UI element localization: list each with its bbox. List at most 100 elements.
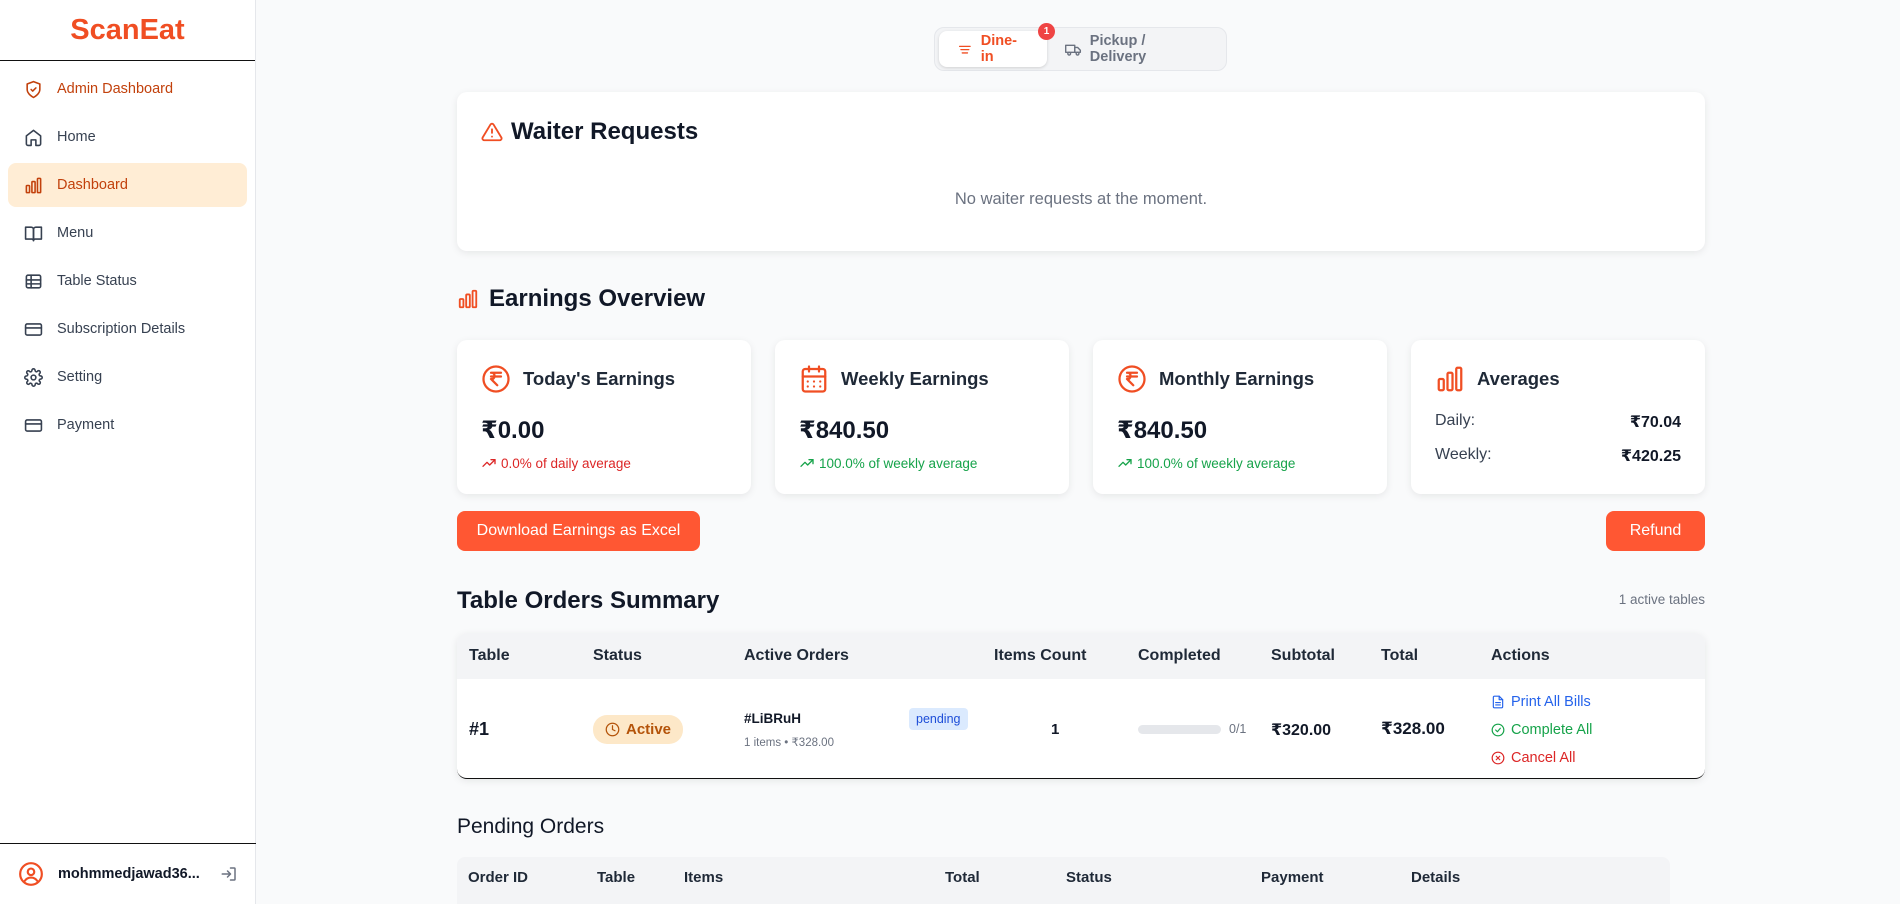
brand-logo[interactable]: ScanEat [0, 0, 255, 61]
order-status-tag: pending [909, 708, 968, 730]
waiter-requests-empty-message: No waiter requests at the moment. [954, 190, 1208, 208]
column-header: Actions [1491, 647, 1550, 664]
sidebar-item-dashboard[interactable]: Dashboard [8, 163, 247, 207]
stat-label: Today's Earnings [523, 368, 676, 389]
column-header: Status [593, 647, 642, 664]
sidebar-item-menu[interactable]: Menu [8, 211, 247, 255]
today-earnings-card: Today's Earnings ₹0.00 0.0% of daily ave… [457, 340, 751, 494]
column-header: Items [684, 869, 724, 886]
clock-icon [605, 722, 620, 737]
rupee-circle-icon [1118, 365, 1146, 393]
column-header: Details [1411, 869, 1461, 886]
sidebar-item-home[interactable]: Home [8, 115, 247, 159]
action-label: Print All Bills [1511, 694, 1591, 710]
pending-orders-title: Pending Orders [457, 815, 605, 838]
book-icon [24, 225, 43, 241]
print-all-bills-button[interactable]: Print All Bills [1491, 692, 1592, 712]
averages-card: Averages Daily: ₹70.04 Weekly: ₹420.25 [1411, 340, 1705, 494]
stat-header: Weekly Earnings [799, 364, 1045, 394]
cancel-all-button[interactable]: Cancel All [1491, 748, 1592, 768]
table-header: Table Status Active Orders Items Count C… [457, 633, 1705, 679]
completion-progress-bar [1138, 725, 1221, 734]
sidebar-item-label: Admin Dashboard [57, 81, 174, 97]
user-avatar-icon[interactable] [18, 861, 44, 887]
user-profile-bar: mohmmedjawad36... [0, 843, 256, 904]
sidebar-item-subscription-details[interactable]: Subscription Details [8, 307, 247, 351]
column-header: Completed [1138, 647, 1221, 664]
stat-change-text: 100.0% of weekly average [819, 455, 978, 471]
stat-header: Today's Earnings [481, 364, 727, 394]
waiter-requests-heading: Waiter Requests [481, 118, 698, 146]
stat-change-text: 0.0% of daily average [501, 455, 631, 471]
column-header: Order ID [468, 869, 529, 886]
bar-chart-icon [25, 177, 42, 193]
column-header: Total [945, 869, 980, 886]
tab-pickup-delivery[interactable]: Pickup / Delivery [1047, 31, 1222, 67]
stat-label: Averages [1477, 368, 1560, 389]
stat-value: ₹840.50 [799, 417, 890, 444]
active-tables-count: 1 active tables [1618, 592, 1705, 607]
monthly-earnings-card: Monthly Earnings ₹840.50 100.0% of weekl… [1093, 340, 1387, 494]
stat-change: 100.0% of weekly average [799, 455, 1045, 471]
rupee-circle-icon [482, 365, 510, 393]
waiter-requests-card: Waiter Requests No waiter requests at th… [457, 92, 1705, 251]
row-actions: Print All Bills Complete All Cancel All [1491, 692, 1592, 776]
sidebar-item-label: Dashboard [57, 177, 128, 193]
stat-label: Monthly Earnings [1159, 368, 1315, 389]
sidebar-item-label: Subscription Details [57, 321, 186, 337]
sidebar-item-label: Payment [57, 417, 115, 433]
subtotal-value: ₹320.00 [1271, 722, 1332, 739]
waiter-requests-title: Waiter Requests [511, 118, 699, 145]
user-name: mohmmedjawad36... [58, 866, 200, 882]
stat-header: Averages [1435, 364, 1681, 394]
refund-button[interactable]: Refund [1606, 511, 1705, 551]
complete-all-button[interactable]: Complete All [1491, 720, 1592, 740]
stat-value: ₹0.00 [481, 417, 545, 444]
sidebar: ScanEat Admin Dashboard Home Dashboard M… [0, 0, 256, 904]
weekly-earnings-card: Weekly Earnings ₹840.50 100.0% of weekly… [775, 340, 1069, 494]
sidebar-item-admin-dashboard[interactable]: Admin Dashboard [8, 67, 247, 111]
sidebar-item-label: Table Status [57, 273, 137, 289]
tab-dine-in[interactable]: Dine-in 1 [939, 23, 1056, 67]
stat-value: ₹840.50 [1117, 417, 1208, 444]
sidebar-item-table-status[interactable]: Table Status [8, 259, 247, 303]
order-mode-toggle: Dine-in 1 Pickup / Delivery [934, 23, 1227, 71]
truck-icon [1065, 44, 1082, 56]
total-value: ₹328.00 [1381, 719, 1445, 738]
items-count: 1 [1051, 721, 1060, 738]
order-meta: 1 items • ₹328.00 [744, 737, 834, 749]
stat-header: Monthly Earnings [1117, 364, 1363, 394]
stat-label: Weekly Earnings [841, 368, 989, 389]
column-header: Subtotal [1271, 647, 1335, 664]
order-id[interactable]: #LiBRuH [744, 711, 801, 726]
table-orders-table: Table Status Active Orders Items Count C… [457, 633, 1705, 779]
home-icon [25, 129, 42, 146]
stat-change: 0.0% of daily average [481, 455, 727, 471]
daily-average-row: Daily: ₹70.04 [1435, 412, 1681, 432]
completed-count: 0/1 [1229, 722, 1247, 736]
status-label: Active [626, 721, 672, 738]
sidebar-item-payment[interactable]: Payment [8, 403, 247, 447]
sidebar-item-label: Menu [57, 225, 94, 241]
sidebar-item-label: Home [57, 129, 96, 145]
column-header: Items Count [994, 647, 1087, 664]
logout-icon[interactable] [220, 865, 238, 883]
x-circle-icon [1491, 751, 1505, 765]
daily-average-label: Daily: [1435, 412, 1476, 429]
gear-icon [24, 367, 43, 387]
download-earnings-button[interactable]: Download Earnings as Excel [457, 511, 700, 551]
column-header: Total [1381, 647, 1419, 664]
bar-chart-icon [1437, 366, 1463, 392]
card-icon [24, 418, 43, 432]
shield-icon [26, 80, 41, 98]
table-icon [25, 273, 42, 289]
column-header: Payment [1261, 869, 1324, 886]
stat-change: 100.0% of weekly average [1117, 455, 1363, 471]
sidebar-item-setting[interactable]: Setting [8, 355, 247, 399]
weekly-average-value: ₹420.25 [1620, 448, 1681, 465]
sidebar-nav: Admin Dashboard Home Dashboard Menu Tabl… [0, 61, 255, 457]
alert-triangle-icon [481, 122, 503, 142]
trend-up-icon [1118, 459, 1132, 467]
dine-in-icon [958, 45, 971, 54]
card-icon [24, 322, 43, 336]
